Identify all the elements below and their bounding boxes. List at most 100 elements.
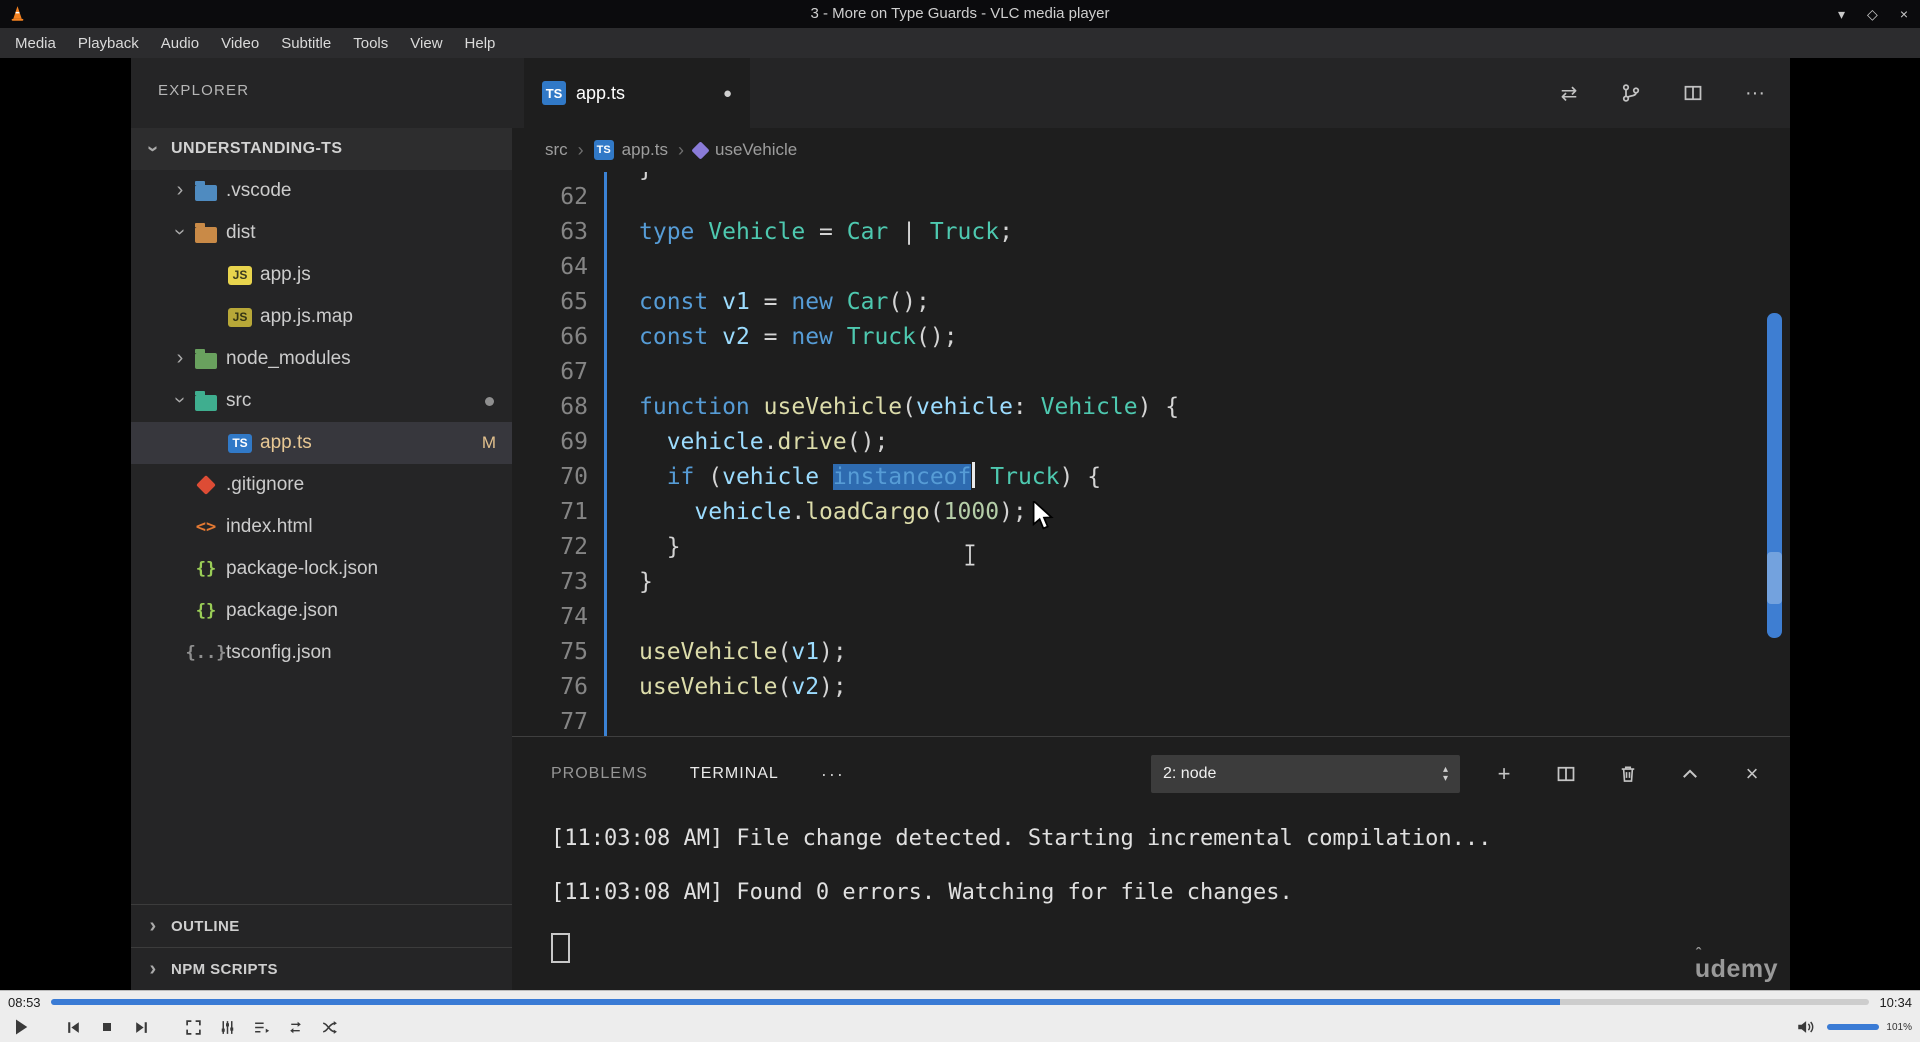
volume-icon[interactable]	[1790, 1013, 1820, 1041]
line-number: 76	[560, 674, 588, 700]
line-number: 69	[560, 429, 588, 455]
panel-more-icon[interactable]: ···	[821, 764, 845, 785]
section-npm-scripts[interactable]: › NPM SCRIPTS	[131, 947, 512, 990]
play-button[interactable]	[6, 1013, 36, 1041]
udemy-watermark: ˆ udemy	[1694, 945, 1778, 983]
loop-button[interactable]	[280, 1013, 310, 1041]
menu-audio[interactable]: Audio	[150, 28, 210, 58]
code-line-63: 63 type Vehicle = Car | Truck;	[512, 215, 1790, 250]
tree-item-gitignore[interactable]: .gitignore	[131, 464, 512, 506]
editor-scrollbar[interactable]	[1767, 172, 1782, 736]
line-number: 63	[560, 219, 588, 245]
chevron-collapsed-icon: ›	[176, 347, 184, 369]
panel-tabs: PROBLEMS TERMINAL ···	[551, 737, 845, 811]
tree-item-app-ts[interactable]: TS app.ts M	[131, 422, 512, 464]
vlc-controls: 08:53 10:34 101%	[0, 990, 1920, 1042]
line-number: 73	[560, 569, 588, 595]
menu-media[interactable]: Media	[4, 28, 67, 58]
menu-tools[interactable]: Tools	[342, 28, 399, 58]
new-terminal-icon[interactable]: +	[1492, 761, 1516, 787]
menu-video[interactable]: Video	[210, 28, 270, 58]
line-number: 77	[560, 709, 588, 735]
fullscreen-button[interactable]	[178, 1013, 208, 1041]
tree-item-index-html[interactable]: <> index.html	[131, 506, 512, 548]
chevron-expanded-icon: ›	[169, 228, 191, 236]
tree-item-package-lock-json[interactable]: {} package-lock.json	[131, 548, 512, 590]
chevron-collapsed-icon: ›	[149, 958, 157, 980]
terminal-output[interactable]: [11:03:08 AM] File change detected. Star…	[551, 825, 1491, 963]
menu-playback[interactable]: Playback	[67, 28, 150, 58]
window-title: 3 - More on Type Guards - VLC media play…	[810, 5, 1110, 22]
tree-item-dist[interactable]: › dist	[131, 212, 512, 254]
volume-fill	[1827, 1024, 1880, 1030]
line-number: 66	[560, 324, 588, 350]
code-line-70: 70 if (vehicle instanceof Truck) {	[512, 460, 1790, 495]
breadcrumb-src[interactable]: src	[545, 140, 568, 160]
maximize-panel-icon[interactable]	[1678, 764, 1702, 784]
project-section-header[interactable]: › UNDERSTANDING-TS	[131, 128, 512, 170]
video-area[interactable]: EXPLORER › UNDERSTANDING-TS › .vscode › dis…	[0, 58, 1920, 990]
minimize-button[interactable]: ▾	[1838, 6, 1845, 23]
playlist-button[interactable]	[246, 1013, 276, 1041]
git-branch-icon[interactable]	[1618, 83, 1644, 103]
git-icon	[196, 475, 216, 495]
ts-file-icon: TS	[228, 433, 252, 453]
open-changes-icon[interactable]: ⇄	[1556, 81, 1582, 106]
scrollbar-thumb[interactable]	[1767, 313, 1782, 638]
stop-button[interactable]	[92, 1013, 122, 1041]
tab-app-ts[interactable]: TS app.ts ●	[524, 58, 750, 128]
breadcrumb-usevehicle[interactable]: useVehicle	[691, 140, 797, 160]
next-button[interactable]	[126, 1013, 156, 1041]
section-outline[interactable]: › OUTLINE	[131, 904, 512, 947]
terminal-line: [11:03:08 AM] Found 0 errors. Watching f…	[551, 880, 1293, 905]
folder-icon	[195, 222, 217, 243]
mouse-cursor	[1031, 499, 1055, 536]
split-terminal-icon[interactable]	[1554, 764, 1578, 784]
tree-item-tsconfig-json[interactable]: {..} tsconfig.json	[131, 632, 512, 674]
panel-tab-terminal[interactable]: TERMINAL	[690, 765, 779, 783]
extended-settings-button[interactable]	[212, 1013, 242, 1041]
tree-item-vscode[interactable]: › .vscode	[131, 170, 512, 212]
close-panel-icon[interactable]: ×	[1740, 761, 1764, 787]
panel-tab-problems[interactable]: PROBLEMS	[551, 765, 648, 783]
volume-slider[interactable]	[1827, 1024, 1880, 1030]
terminal-cursor	[551, 933, 570, 963]
tree-item-package-json[interactable]: {} package.json	[131, 590, 512, 632]
vlc-window: 3 - More on Type Guards - VLC media play…	[0, 0, 1920, 1042]
dirty-indicator-icon[interactable]: ●	[723, 85, 732, 102]
random-button[interactable]	[314, 1013, 344, 1041]
code-line-74: 74	[512, 600, 1790, 635]
code-editor[interactable]: } 6263type Vehicle = Car | Truck;6465con…	[512, 172, 1790, 736]
titlebar: 3 - More on Type Guards - VLC media play…	[0, 0, 1920, 28]
line-number: 67	[560, 359, 588, 385]
close-button[interactable]: ×	[1900, 6, 1908, 22]
menu-subtitle[interactable]: Subtitle	[270, 28, 342, 58]
split-editor-icon[interactable]	[1680, 83, 1706, 103]
file-type-icon: {}	[195, 559, 217, 579]
kill-terminal-icon[interactable]	[1616, 764, 1640, 784]
tree-item-src[interactable]: › src	[131, 380, 512, 422]
playback-controls: 101%	[0, 1011, 1920, 1042]
js-file-icon: JS	[228, 265, 252, 285]
sidebar-bottom-sections: › OUTLINE › NPM SCRIPTS	[131, 904, 512, 990]
explorer-header: EXPLORER	[158, 82, 250, 99]
menu-help[interactable]: Help	[454, 28, 507, 58]
tree-item-app-js-map[interactable]: JS app.js.map	[131, 296, 512, 338]
chevron-collapsed-icon: ›	[149, 915, 157, 937]
seek-bar[interactable]	[50, 999, 1870, 1005]
tree-item-node-modules[interactable]: › node_modules	[131, 338, 512, 380]
breadcrumb-app-ts[interactable]: TS app.ts	[593, 140, 668, 160]
more-actions-icon[interactable]: ···	[1742, 82, 1768, 105]
maximize-button[interactable]: ◇	[1867, 6, 1878, 23]
tree-item-app-js[interactable]: JS app.js	[131, 254, 512, 296]
code-lines: 62 63 type Vehicle = Car | Truck; 64 65 const…	[512, 180, 1790, 736]
menu-view[interactable]: View	[399, 28, 453, 58]
previous-button[interactable]	[58, 1013, 88, 1041]
file-type-icon: <>	[195, 517, 217, 537]
tree-item-label: app.js.map	[260, 306, 353, 327]
dropdown-arrows-icon: ▴ ▾	[1442, 764, 1448, 784]
folder-icon	[195, 348, 217, 369]
tab-label: app.ts	[576, 82, 626, 103]
explorer-sidebar: EXPLORER › UNDERSTANDING-TS › .vscode › dis…	[131, 58, 512, 990]
terminal-selector[interactable]: 2: node ▴ ▾	[1151, 755, 1460, 793]
